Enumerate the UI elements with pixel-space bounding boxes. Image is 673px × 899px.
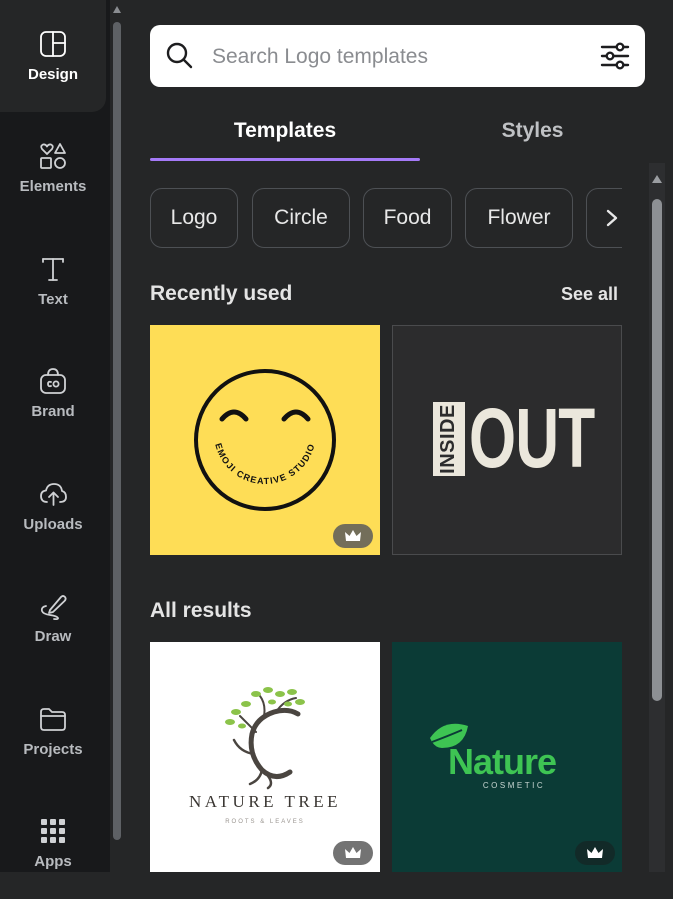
template-card-emoji[interactable]: EMOJI CREATIVE STUDIO bbox=[150, 325, 380, 555]
active-tab-indicator bbox=[150, 158, 420, 161]
side-rail: Design Elements Text Brand Uploads Draw … bbox=[0, 0, 110, 872]
crown-icon bbox=[345, 847, 361, 858]
tab-styles[interactable]: Styles bbox=[420, 108, 645, 154]
search-icon bbox=[164, 41, 196, 71]
emoji-ring-text: EMOJI CREATIVE STUDIO bbox=[213, 442, 317, 486]
chip-flower[interactable]: Flower bbox=[465, 188, 573, 248]
chip-logo[interactable]: Logo bbox=[150, 188, 238, 248]
rail-scrollbar[interactable] bbox=[112, 0, 122, 872]
premium-badge bbox=[333, 524, 373, 548]
panel-scroll-up-arrow[interactable] bbox=[652, 175, 662, 183]
rail-item-apps[interactable]: Apps bbox=[0, 787, 106, 899]
rail-item-uploads[interactable]: Uploads bbox=[0, 450, 106, 562]
rail-item-text[interactable]: Text bbox=[0, 225, 106, 337]
inside-word: INSIDE bbox=[436, 404, 459, 474]
chip-food[interactable]: Food bbox=[363, 188, 452, 248]
draw-icon bbox=[40, 595, 67, 621]
rail-label-uploads: Uploads bbox=[23, 516, 83, 533]
premium-badge bbox=[333, 841, 373, 865]
uploads-icon bbox=[40, 483, 67, 506]
nature-logo-graphic: Nature COSMETIC bbox=[430, 723, 557, 790]
tree-logo-graphic: NATURE TREE ROOTS & LEAVES bbox=[189, 687, 341, 825]
premium-badge bbox=[575, 841, 615, 865]
chip-circle[interactable]: Circle bbox=[252, 188, 350, 248]
crown-icon bbox=[345, 530, 361, 541]
category-chips: Logo Circle Food Flower bbox=[150, 188, 622, 250]
nature-subtitle: COSMETIC bbox=[483, 781, 545, 790]
rail-label-projects: Projects bbox=[23, 741, 83, 758]
emoji-logo-graphic: EMOJI CREATIVE STUDIO bbox=[194, 369, 336, 511]
chevron-right-icon bbox=[606, 209, 618, 227]
rail-item-brand[interactable]: Brand bbox=[0, 337, 106, 449]
apps-icon bbox=[41, 819, 65, 843]
rail-label-draw: Draw bbox=[34, 628, 72, 645]
crown-icon bbox=[587, 847, 603, 858]
rail-scroll-thumb[interactable] bbox=[113, 22, 121, 840]
rail-item-draw[interactable]: Draw bbox=[0, 562, 106, 674]
elements-icon bbox=[40, 143, 66, 169]
out-word: OUT bbox=[469, 391, 595, 485]
rail-label-brand: Brand bbox=[31, 403, 75, 420]
rail-item-projects[interactable]: Projects bbox=[0, 675, 106, 787]
nature-tree-title: NATURE TREE bbox=[189, 792, 341, 811]
nature-title: Nature bbox=[448, 741, 556, 782]
tab-templates[interactable]: Templates bbox=[150, 108, 420, 154]
rail-scroll-up-arrow[interactable] bbox=[113, 6, 121, 13]
panel-scrollbar[interactable] bbox=[649, 163, 665, 872]
template-card-inside-out[interactable]: INSIDE OUT bbox=[392, 325, 622, 555]
rail-label-design: Design bbox=[27, 66, 78, 83]
brand-icon bbox=[40, 368, 66, 394]
chip-next[interactable] bbox=[586, 188, 622, 248]
recently-used-heading: Recently used bbox=[150, 282, 293, 305]
rail-label-apps: Apps bbox=[34, 853, 72, 870]
panel-scroll-thumb[interactable] bbox=[652, 199, 662, 701]
filter-icon[interactable] bbox=[599, 40, 631, 72]
see-all-link[interactable]: See all bbox=[540, 284, 618, 305]
rail-label-elements: Elements bbox=[19, 178, 87, 195]
search-bar bbox=[150, 25, 645, 87]
template-card-nature-cosmetic[interactable]: Nature COSMETIC bbox=[392, 642, 622, 872]
rail-item-design[interactable]: Design bbox=[0, 0, 106, 112]
search-input[interactable] bbox=[210, 39, 584, 75]
rail-label-text: Text bbox=[38, 291, 68, 308]
rail-item-elements[interactable]: Elements bbox=[0, 112, 106, 224]
design-icon bbox=[40, 31, 66, 57]
nature-tree-tagline: ROOTS & LEAVES bbox=[225, 819, 305, 825]
text-icon bbox=[42, 258, 64, 281]
template-card-nature-tree[interactable]: NATURE TREE ROOTS & LEAVES bbox=[150, 642, 380, 872]
projects-icon bbox=[40, 708, 66, 731]
all-results-heading: All results bbox=[150, 599, 252, 622]
